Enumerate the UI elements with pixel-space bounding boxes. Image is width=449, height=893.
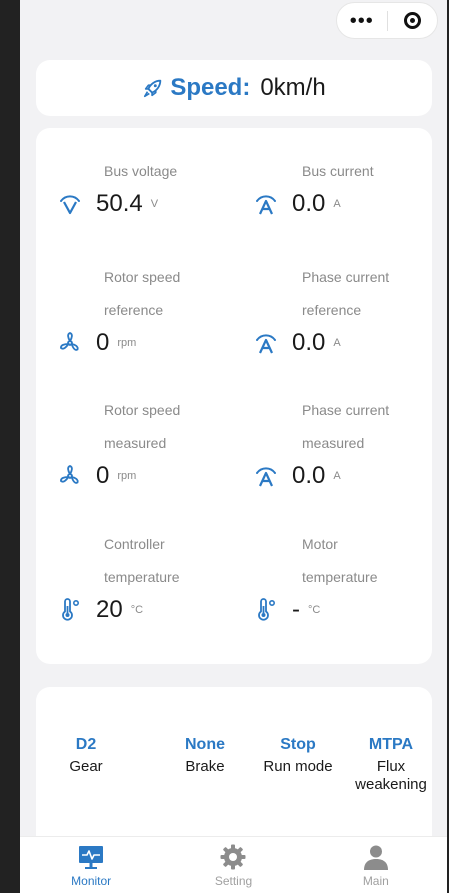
metric-value: 50.4 [96,190,143,217]
metric-unit: A [333,337,341,349]
metric-label: Bus voltage [104,163,178,179]
user-icon [363,845,388,870]
tab-label: Setting [214,874,253,888]
status-label: Flux weakening [355,758,427,793]
metric-unit: °C [130,604,144,616]
more-dots-icon: ••• [349,9,374,32]
tab-setting[interactable]: Setting [162,837,304,893]
status-label: Run mode [263,758,333,775]
fan-icon [60,465,79,484]
metric-bus-current: Bus current 0.0 A [254,155,374,218]
metric-unit: °C [308,604,321,616]
mini-program-capsule: ••• [336,2,438,39]
current-gauge-icon [256,195,276,215]
metric-value: 0.0 [292,190,326,217]
status-value: MTPA [368,736,414,753]
metric-controller-temperature: Controller temperature 20 °C [58,528,179,624]
rocket-icon [144,79,162,98]
thermometer-icon [62,598,80,621]
tab-main[interactable]: Main [305,837,447,893]
speed-card: Speed: 0km/h [36,60,432,116]
metric-value: 0.0 [292,462,326,489]
metric-label: Rotor speed [104,269,181,285]
tab-monitor[interactable]: Monitor [20,837,162,893]
metric-unit: rpm [117,337,137,349]
app-screen: ••• Speed: 0km/h Bus voltage 50.4 V Bus … [20,0,447,893]
metric-phase-current-reference: Phase current reference 0.0 A [254,261,389,357]
metric-unit: V [150,198,159,210]
status-value: None [185,736,225,753]
current-gauge-icon [256,467,276,487]
metrics-card: Bus voltage 50.4 V Bus current 0.0 A Rot… [36,128,432,664]
status-value: Stop [280,736,316,753]
status-flux-weakening: MTPA Flux weakening [354,735,428,794]
speed-label: Speed: [170,74,251,101]
status-brake: None Brake [172,735,238,776]
metric-label: measured [104,435,167,451]
speed-value: 0km/h [260,74,326,101]
metric-label: Bus current [302,163,374,179]
metric-label: Phase current [302,402,390,418]
metric-unit: A [333,198,341,210]
status-label: Brake [185,758,225,775]
monitor-icon [79,846,104,869]
tab-label: Monitor [71,874,112,888]
metric-unit: A [333,470,341,482]
metric-label: Controller [104,536,165,552]
current-gauge-icon [256,334,276,354]
metric-label: reference [302,302,362,318]
close-button[interactable] [388,3,438,38]
status-gear: D2 Gear [58,735,114,776]
metric-value: 0 [96,462,110,489]
metric-value: 20 [96,596,123,623]
metric-motor-temperature: Motor temperature - °C [254,528,377,624]
metric-label: reference [104,302,164,318]
status-value: D2 [75,736,97,753]
gear-icon [220,844,246,870]
status-card: D2 Gear None Brake Stop Run mode MTPA Fl… [36,687,432,837]
metric-rotor-speed-reference: Rotor speed reference 0 rpm [58,261,180,357]
target-icon [403,12,421,29]
thermometer-icon [258,598,276,621]
metric-unit: rpm [117,470,137,482]
metric-label: Rotor speed [104,402,181,418]
metric-label: measured [302,435,365,451]
metric-label: temperature [302,569,378,585]
tab-bar: Monitor Setting Main [20,836,447,893]
more-button[interactable]: ••• [337,3,387,38]
voltage-gauge-icon [60,195,80,215]
fan-icon [60,332,79,351]
metric-phase-current-measured: Phase current measured 0.0 A [254,394,389,490]
status-label: Gear [69,758,103,775]
status-run-mode: Stop Run mode [258,735,338,776]
metric-label: temperature [104,569,180,585]
metric-rotor-speed-measured: Rotor speed measured 0 rpm [58,394,180,490]
tab-label: Main [362,874,389,888]
metric-value: 0.0 [292,329,326,356]
metric-value: - [292,596,300,623]
metric-bus-voltage: Bus voltage 50.4 V [58,155,177,218]
metric-value: 0 [96,329,110,356]
metric-label: Phase current [302,269,390,285]
metric-label: Motor [302,536,338,552]
